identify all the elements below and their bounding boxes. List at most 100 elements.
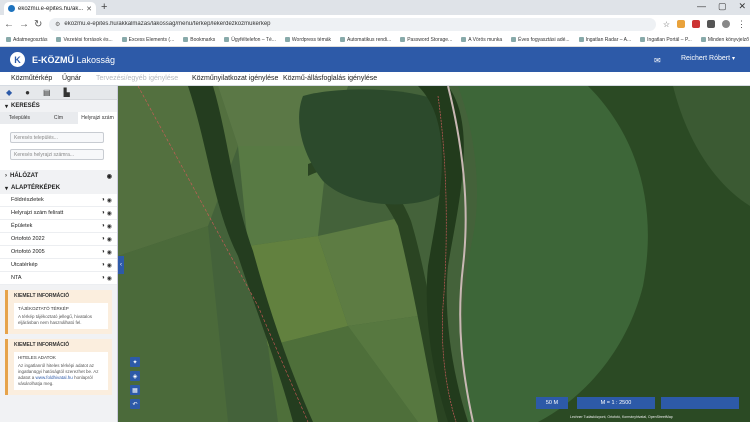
measure-icon[interactable]: ▙ — [64, 88, 70, 97]
search-tabs: Település Cím Helyrajzi szám — [0, 112, 117, 124]
site-info-icon[interactable]: ⚙ — [55, 21, 60, 28]
mail-icon[interactable]: ✉ — [654, 56, 661, 65]
tab-cim[interactable]: Cím — [39, 112, 78, 124]
opacity-icon[interactable]: ◑ — [101, 275, 105, 282]
eye-icon[interactable]: ◉ — [107, 173, 112, 180]
menu-item-tervezesi[interactable]: Tervezési/egyéb igénylése — [96, 75, 178, 82]
bookmark-item[interactable]: Password Storage... — [400, 37, 452, 43]
reload-icon[interactable]: ↻ — [34, 19, 42, 30]
eye-icon[interactable]: ◉ — [107, 275, 112, 282]
settlement-search-input[interactable]: Keresés település... — [10, 132, 104, 143]
app-logo[interactable]: K — [10, 52, 25, 67]
layer-item[interactable]: Utcatérkép ◑ ◉ — [0, 259, 117, 272]
chevron-down-icon: ▾ — [5, 185, 9, 192]
layers-icon[interactable]: ◆ — [6, 88, 12, 97]
layer-label: NTA — [11, 275, 22, 281]
folder-icon — [700, 37, 706, 42]
parcel-search-input[interactable]: Keresés helyrajzi számra... — [10, 149, 104, 160]
eye-icon[interactable]: ◉ — [107, 197, 112, 204]
info-title: KIEMELT INFORMÁCIÓ — [14, 342, 70, 348]
browser-tab[interactable]: ekozmu.e-epites.hu/ak... ✕ — [4, 2, 96, 15]
info-box-official-data: KIEMELT INFORMÁCIÓ HITELES ADATOK Az ing… — [5, 339, 112, 395]
bookmark-item[interactable]: Wordpress témák — [284, 37, 331, 43]
layer-item[interactable]: NTA ◑ ◉ — [0, 272, 117, 285]
menu-item-kozmunyilatkozat[interactable]: Közműnyilatkozat igénylése — [192, 75, 278, 82]
extension-icon[interactable] — [677, 20, 685, 28]
bookmark-item[interactable]: Vezetési források és... — [56, 37, 113, 43]
layer-item[interactable]: Ortofotó 2022 ◑ ◉ — [0, 233, 117, 246]
back-icon[interactable]: ← — [4, 19, 14, 30]
menu-item-kozmu-allasfoglalas[interactable]: Közmű-állásfoglalás igénylése — [283, 75, 377, 82]
menu-item-kozmuterkep[interactable]: Közműtérkép — [11, 75, 52, 82]
bookmark-item[interactable]: Adatmegosztás — [6, 37, 47, 43]
tab-helyrajzi-szam[interactable]: Helyrajzi szám — [78, 112, 117, 124]
forward-icon[interactable]: → — [19, 19, 29, 30]
bookmark-item[interactable]: Excess Elements (... — [121, 37, 174, 43]
kebab-menu-icon[interactable]: ⋮ — [737, 19, 746, 30]
map-controls: ✦ ◈ ▦ ↶ — [130, 357, 140, 409]
opacity-icon[interactable]: ◑ — [101, 223, 105, 230]
all-bookmarks[interactable]: Minden könyvjelző — [700, 37, 749, 43]
search-section-header[interactable]: ▾ KERESÉS — [0, 100, 117, 112]
map-attribution: Lechner Tudásközpont, Ortofotó, Kormányh… — [570, 415, 673, 419]
bookmark-item[interactable]: Ügyféltelefon – Té... — [224, 37, 276, 43]
eye-icon[interactable]: ◉ — [107, 236, 112, 243]
orthophoto-map[interactable] — [118, 86, 750, 422]
info-title: KIEMELT INFORMÁCIÓ — [14, 293, 70, 299]
foldhivatal-link[interactable]: www.foldhivatal.hu — [36, 375, 73, 380]
grid-icon[interactable]: ▦ — [130, 385, 140, 395]
site-favicon-icon — [8, 5, 15, 12]
info-box-map-notice: KIEMELT INFORMÁCIÓ TÁJÉKOZTATÓ TÉRKÉP A … — [5, 290, 112, 334]
bookmark-item[interactable]: Bookmarks — [183, 37, 215, 43]
bookmark-item[interactable]: Éves fogyasztási adé... — [511, 37, 570, 43]
info-icon[interactable]: ● — [25, 88, 30, 97]
layer-item[interactable]: Földrészletek ◑ ◉ — [0, 194, 117, 207]
extension-icon[interactable] — [692, 20, 700, 28]
extension-icon[interactable] — [707, 20, 715, 28]
bookmark-item[interactable]: Ingatlan Portál – P... — [640, 37, 692, 43]
opacity-icon[interactable]: ◑ — [101, 197, 105, 204]
opacity-icon[interactable]: ◑ — [101, 262, 105, 269]
layer-label: Földrészletek — [11, 197, 44, 203]
print-icon[interactable]: ▤ — [43, 88, 51, 97]
profile-icon[interactable] — [722, 20, 730, 28]
layers-icon[interactable]: ◈ — [130, 371, 140, 381]
new-tab-icon[interactable]: + — [101, 1, 107, 13]
menu-item-ugnar[interactable]: Űgnár — [62, 75, 81, 82]
bookmark-icon — [400, 37, 406, 42]
bookmark-icon — [56, 37, 62, 42]
app-title-main: E-KÖZMŰ — [32, 54, 74, 65]
collapse-sidebar-button[interactable]: ‹ — [118, 256, 124, 274]
eye-icon[interactable]: ◉ — [107, 223, 112, 230]
tab-telepules[interactable]: Település — [0, 112, 39, 124]
layer-item[interactable]: Ortofotó 2005 ◑ ◉ — [0, 246, 117, 259]
bookmark-item[interactable]: A Vörös munka — [461, 37, 502, 43]
url-input[interactable]: ⚙ ekozmu.e-epites.hu/akkalmazas/lakossag… — [49, 17, 656, 31]
bookmark-icon — [224, 37, 230, 42]
bookmark-item[interactable]: Automatikus rendi... — [340, 37, 391, 43]
pin-icon[interactable]: ✦ — [130, 357, 140, 367]
base-maps-section-header[interactable]: ▾ ALAPTÉRKÉPEK — [0, 182, 117, 194]
sidebar-toolbar: ◆ ● ▤ ▙ — [0, 86, 117, 100]
close-icon[interactable]: ✕ — [86, 5, 92, 13]
star-icon[interactable]: ☆ — [663, 20, 670, 29]
tab-title: ekozmu.e-epites.hu/ak... — [18, 5, 84, 12]
scale-ratio[interactable]: M = 1 : 2500 — [577, 397, 655, 409]
bookmark-item[interactable]: Ingatlan Radar – A... — [578, 37, 631, 43]
layer-item[interactable]: Helyrajzi szám feliratt ◑ ◉ — [0, 207, 117, 220]
minimize-icon[interactable]: — — [697, 1, 706, 12]
eye-icon[interactable]: ◉ — [107, 210, 112, 217]
layer-item[interactable]: Épületek ◑ ◉ — [0, 220, 117, 233]
eye-icon[interactable]: ◉ — [107, 262, 112, 269]
opacity-icon[interactable]: ◑ — [101, 236, 105, 243]
eye-icon[interactable]: ◉ — [107, 249, 112, 256]
user-menu[interactable]: Reichert Róbert ▾ — [681, 55, 735, 62]
maximize-icon[interactable]: ▢ — [718, 1, 727, 12]
network-section-header[interactable]: › HÁLÓZAT ◉ — [0, 170, 117, 182]
close-window-icon[interactable]: ✕ — [738, 1, 746, 12]
undo-icon[interactable]: ↶ — [130, 399, 140, 409]
bookmarks-bar: Adatmegosztás Vezetési források és... Ex… — [0, 33, 750, 47]
map-canvas[interactable] — [118, 86, 750, 422]
opacity-icon[interactable]: ◑ — [101, 249, 105, 256]
opacity-icon[interactable]: ◑ — [101, 210, 105, 217]
